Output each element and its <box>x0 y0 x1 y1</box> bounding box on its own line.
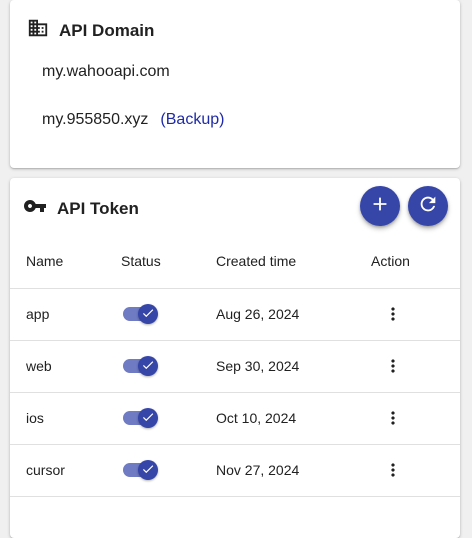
domain-url: my.955850.xyz <box>42 111 149 128</box>
more-vert-icon[interactable] <box>381 406 405 430</box>
domain-item: my.955850.xyz (Backup) <box>42 111 224 129</box>
toggle-thumb <box>138 460 158 480</box>
toggle-thumb <box>138 356 158 376</box>
api-token-title: API Token <box>57 198 139 218</box>
refresh-tokens-button[interactable] <box>408 186 448 226</box>
action-cell <box>366 444 460 497</box>
action-cell <box>366 340 460 393</box>
table-row: web Sep 30, 2024 <box>10 340 460 393</box>
column-header-created: Created time <box>216 234 366 289</box>
more-vert-icon[interactable] <box>381 302 405 326</box>
api-domain-card: API Domain my.wahooapi.com my.955850.xyz… <box>10 0 460 168</box>
created-time: Oct 10, 2024 <box>216 392 366 445</box>
status-cell <box>106 340 216 393</box>
column-header-action: Action <box>366 234 460 289</box>
status-toggle[interactable] <box>121 408 161 428</box>
check-icon <box>141 358 155 375</box>
domain-item: my.wahooapi.com <box>42 63 170 81</box>
toggle-thumb <box>138 304 158 324</box>
table-row: app Aug 26, 2024 <box>10 288 460 341</box>
token-name: cursor <box>10 444 106 497</box>
check-icon <box>141 410 155 427</box>
add-token-button[interactable] <box>360 186 400 226</box>
created-time: Sep 30, 2024 <box>216 340 366 393</box>
backup-label: (Backup) <box>160 111 225 128</box>
status-cell <box>106 392 216 445</box>
status-toggle[interactable] <box>121 356 161 376</box>
table-row: cursor Nov 27, 2024 <box>10 444 460 497</box>
toggle-thumb <box>138 408 158 428</box>
api-token-header: API Token <box>23 194 139 223</box>
status-cell <box>106 444 216 497</box>
building-icon <box>27 17 49 44</box>
key-icon <box>23 194 47 223</box>
column-header-status: Status <box>106 234 216 289</box>
api-domain-title: API Domain <box>59 20 155 40</box>
token-name: ios <box>10 392 106 445</box>
table-header-row: Name Status Created time Action <box>10 234 460 289</box>
check-icon <box>141 462 155 479</box>
check-icon <box>141 306 155 323</box>
status-cell <box>106 288 216 341</box>
status-toggle[interactable] <box>121 460 161 480</box>
token-name: web <box>10 340 106 393</box>
refresh-icon <box>417 193 439 220</box>
domain-url: my.wahooapi.com <box>42 63 170 80</box>
status-toggle[interactable] <box>121 304 161 324</box>
table-row: ios Oct 10, 2024 <box>10 392 460 445</box>
action-cell <box>366 392 460 445</box>
api-domain-header: API Domain <box>27 17 154 44</box>
token-table: Name Status Created time Action app Aug … <box>10 234 460 497</box>
add-icon <box>369 193 391 220</box>
action-cell <box>366 288 460 341</box>
created-time: Aug 26, 2024 <box>216 288 366 341</box>
created-time: Nov 27, 2024 <box>216 444 366 497</box>
more-vert-icon[interactable] <box>381 458 405 482</box>
token-name: app <box>10 288 106 341</box>
api-token-card: API Token Name Status Created time Actio… <box>10 178 460 538</box>
more-vert-icon[interactable] <box>381 354 405 378</box>
column-header-name: Name <box>10 234 106 289</box>
